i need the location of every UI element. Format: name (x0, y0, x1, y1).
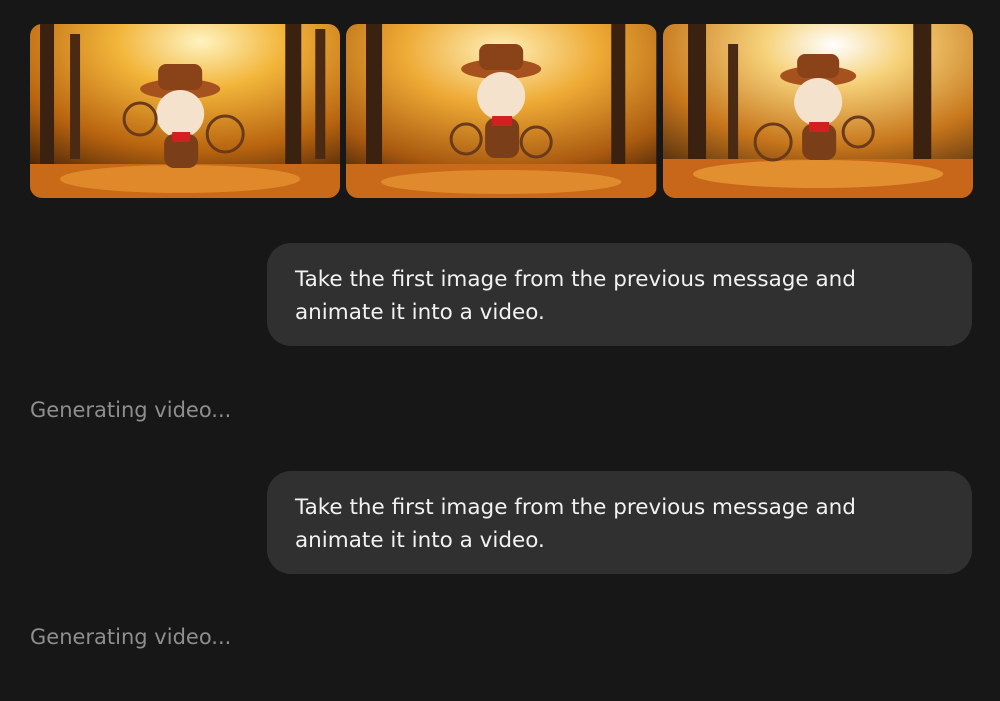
corgi-cowboy-image-icon (662, 24, 973, 198)
corgi-cowboy-image-icon (346, 24, 657, 198)
generated-images-row (30, 24, 973, 198)
generated-image-1[interactable] (30, 24, 341, 198)
user-message-bubble: Take the first image from the previous m… (267, 243, 972, 346)
assistant-status-text: Generating video... (30, 625, 232, 649)
generated-image-3[interactable] (662, 24, 973, 198)
user-message-text: Take the first image from the previous m… (295, 495, 856, 553)
assistant-status-text: Generating video... (30, 398, 232, 422)
user-message-text: Take the first image from the previous m… (295, 267, 856, 325)
corgi-cowboy-image-icon (30, 24, 341, 198)
user-message-bubble: Take the first image from the previous m… (267, 471, 972, 574)
generated-image-2[interactable] (346, 24, 657, 198)
